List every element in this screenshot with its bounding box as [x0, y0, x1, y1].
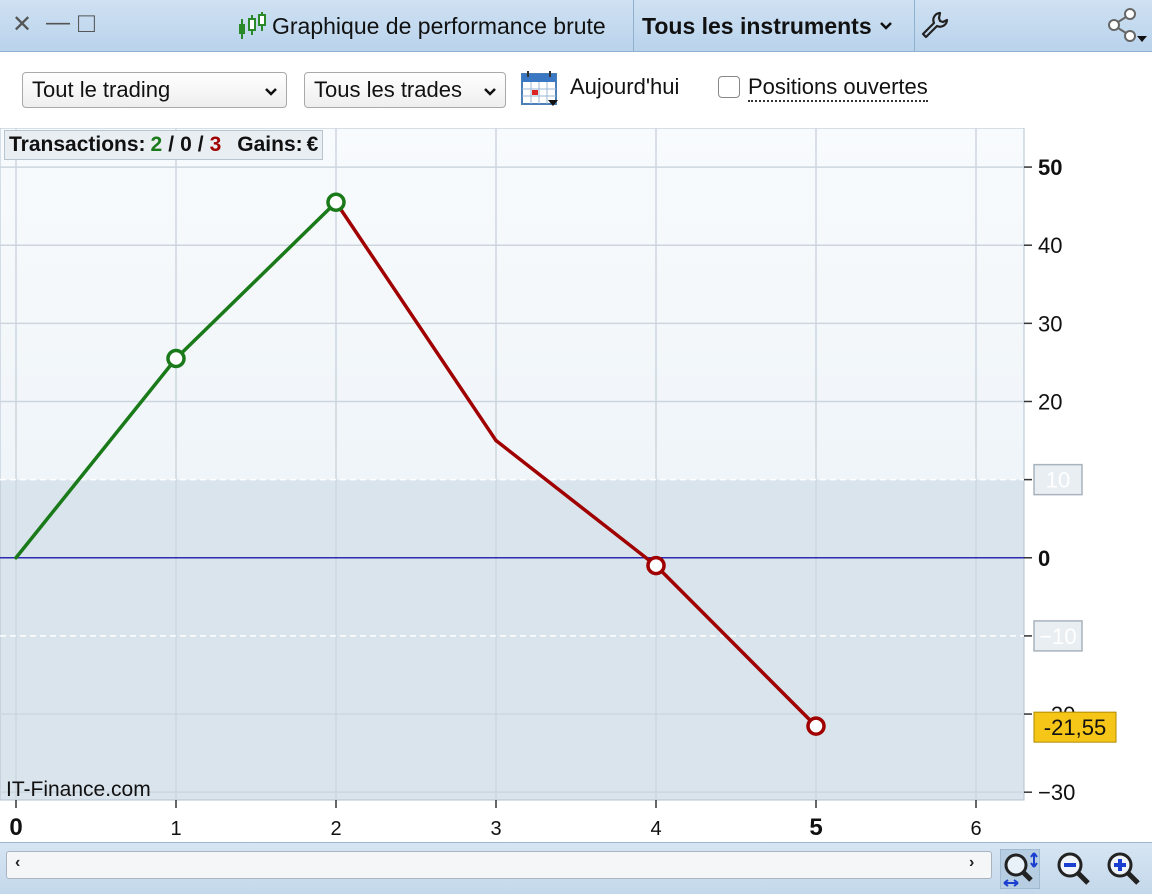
maximize-icon[interactable]: □ [78, 8, 95, 38]
x-tick-label: 3 [490, 818, 501, 840]
wins-count: 2 [150, 133, 163, 156]
scroll-left-arrow[interactable]: ‹ [15, 854, 20, 872]
window-title: Graphique de performance brute [236, 0, 634, 52]
open-positions-label[interactable]: Positions ouvertes [748, 74, 928, 102]
transactions-label: Transactions: [9, 133, 146, 156]
trades-select-value: Tous les trades [314, 77, 462, 102]
current-value-label: -21,55 [1044, 715, 1106, 740]
separator: / [197, 133, 204, 156]
scroll-right-arrow[interactable]: › [969, 854, 974, 872]
gains-label: Gains: [237, 133, 303, 156]
minimize-icon[interactable]: — [46, 8, 70, 38]
data-point [806, 716, 826, 736]
divider [914, 0, 915, 52]
bottom-bar: ‹ › [0, 842, 1152, 894]
x-tick-label: 1 [170, 818, 181, 840]
zoom-out-icon[interactable] [1054, 849, 1094, 889]
losses-count: 3 [209, 133, 222, 156]
data-point [326, 192, 346, 212]
instrument-dropdown[interactable]: Tous les instruments [642, 0, 894, 52]
x-tick-label: 0 [9, 814, 22, 841]
y-tick-label: 40 [1038, 233, 1062, 258]
y-tick-label: 30 [1038, 311, 1062, 336]
date-label[interactable]: Aujourd'hui [570, 74, 679, 100]
y-tick-label: −10 [1039, 624, 1076, 649]
title-bar: ✕ — □ Graphique de performance brute Tou… [0, 0, 1152, 52]
y-tick-label: 0 [1038, 546, 1050, 571]
x-tick-label: 5 [809, 814, 822, 841]
y-tick-label: −30 [1038, 780, 1075, 805]
x-tick-label: 4 [650, 818, 661, 840]
filter-toolbar: Tout le trading Tous les trades Aujourd'… [0, 52, 1152, 128]
horizontal-scrollbar[interactable]: ‹ › [6, 851, 992, 879]
y-tick-label: 50 [1038, 155, 1062, 180]
calendar-icon[interactable] [520, 70, 560, 108]
performance-chart[interactable]: 50403020100−10−20−30 0123456 -21,55 [0, 128, 1152, 842]
plot-lower-band [0, 479, 1024, 800]
zoom-in-icon[interactable] [1104, 849, 1144, 889]
instrument-label: Tous les instruments [642, 12, 872, 39]
window-title-text: Graphique de performance brute [272, 12, 606, 39]
data-point [646, 555, 666, 576]
wrench-icon[interactable] [920, 10, 950, 40]
trading-select-value: Tout le trading [32, 77, 171, 102]
data-point [166, 348, 186, 369]
chevron-down-icon [265, 88, 277, 96]
trading-select[interactable]: Tout le trading [22, 72, 287, 108]
transactions-summary: Transactions: 2 / 0 / 3 Gains: € [4, 130, 324, 160]
zoom-fit-icon[interactable] [1000, 849, 1040, 889]
chevron-down-icon [879, 22, 892, 30]
chevron-down-icon [484, 88, 496, 96]
candlestick-icon [239, 12, 266, 39]
currency-label: € [306, 133, 319, 156]
close-icon[interactable]: ✕ [12, 10, 32, 40]
separator: / [168, 133, 175, 156]
x-tick-label: 6 [970, 818, 981, 840]
neutral-count: 0 [180, 133, 192, 156]
divider [633, 0, 634, 52]
open-positions-checkbox[interactable] [718, 76, 740, 98]
y-tick-label: 20 [1038, 389, 1062, 414]
x-tick-label: 2 [330, 818, 341, 840]
share-icon[interactable] [1104, 8, 1148, 44]
watermark: IT-Finance.com [6, 778, 151, 801]
trades-select[interactable]: Tous les trades [304, 72, 506, 108]
y-tick-label: 10 [1046, 468, 1070, 493]
